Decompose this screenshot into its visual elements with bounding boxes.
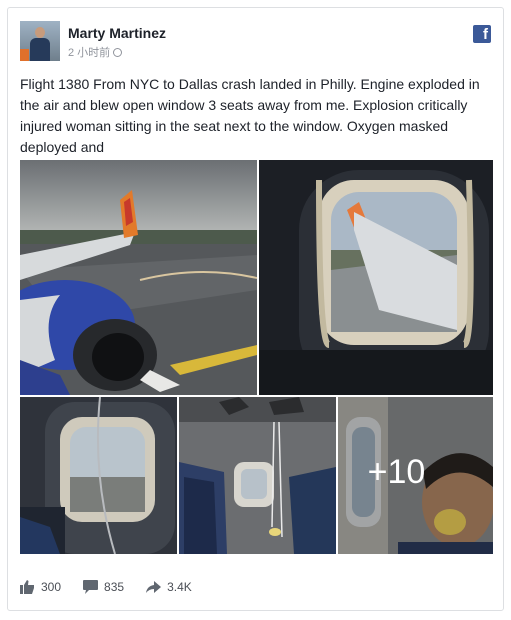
photo-cabin-masks[interactable] [179, 397, 336, 554]
comment-stat[interactable]: 835 [83, 580, 124, 594]
avatar-person-head [35, 27, 45, 38]
avatar-accent [20, 49, 29, 61]
avatar-person-body [30, 38, 50, 61]
photo-passenger-oxygen-mask[interactable]: +10 [338, 397, 493, 554]
photo-broken-window[interactable] [259, 160, 493, 395]
facebook-post-card: Marty Martinez 2 小时前 f Flight 1380 From … [7, 7, 504, 611]
timestamp-text: 2 小时前 [68, 47, 111, 59]
facebook-icon: f [473, 25, 491, 43]
share-stat[interactable]: 3.4K [146, 580, 192, 594]
photo-window-interior[interactable] [20, 397, 177, 554]
comment-icon [83, 580, 99, 594]
post-stats-bar: 300 835 3.4K [20, 580, 192, 594]
more-photos-count: +10 [367, 453, 426, 491]
avatar[interactable] [20, 21, 60, 61]
photo-engine-wing-image [20, 160, 257, 395]
post-timestamp[interactable]: 2 小时前 [68, 44, 123, 60]
photo-broken-window-image [259, 160, 493, 395]
photo-cabin-masks-image [179, 397, 336, 554]
comment-count: 835 [104, 580, 125, 594]
photo-window-interior-image [20, 397, 177, 554]
more-photos-overlay[interactable]: +10 [338, 397, 493, 554]
author-name[interactable]: Marty Martinez [68, 25, 166, 41]
share-icon [146, 580, 162, 593]
share-count: 3.4K [167, 580, 192, 594]
like-count: 300 [41, 580, 62, 594]
like-stat[interactable]: 300 [20, 580, 61, 594]
photo-engine-wing[interactable] [20, 160, 257, 395]
post-text: Flight 1380 From NYC to Dallas crash lan… [20, 76, 480, 155]
globe-icon [113, 47, 123, 57]
like-icon [20, 580, 34, 594]
